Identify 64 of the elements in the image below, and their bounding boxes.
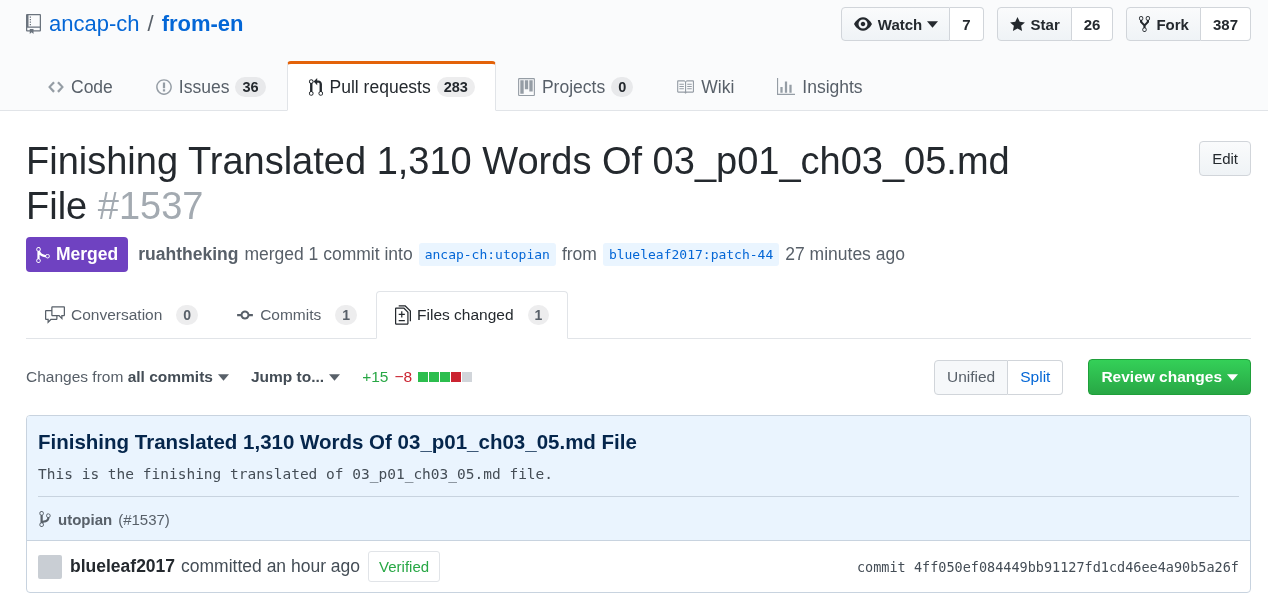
deletions-count: −8 <box>394 368 413 386</box>
fork-icon <box>1138 15 1152 33</box>
star-icon <box>1008 15 1026 33</box>
merge-time: 27 minutes ago <box>785 244 905 265</box>
repo-icon <box>26 14 41 34</box>
watch-count[interactable]: 7 <box>950 7 984 41</box>
head-branch[interactable]: blueleaf2017:patch-44 <box>602 243 780 266</box>
caret-icon <box>1227 373 1238 381</box>
merge-icon <box>36 245 50 264</box>
commit-time: committed an hour ago <box>181 556 361 577</box>
caret-icon <box>927 20 939 28</box>
changes-from-dropdown[interactable]: Changes from all commits <box>26 368 229 386</box>
caret-icon <box>217 373 229 381</box>
diff-view-button[interactable]: Split <box>1008 359 1064 395</box>
pr-tab[interactable]: Files changed 1 <box>376 291 569 339</box>
branch-icon <box>38 510 52 528</box>
diff-view-button[interactable]: Unified <box>934 359 1009 395</box>
commit-sha: commit 4ff050ef084449bb91127fd1cd46ee4a90b5a26f <box>857 558 1239 575</box>
bar-graph-icon <box>776 78 797 96</box>
tab-counter: 283 <box>436 77 475 97</box>
tab-counter: 0 <box>611 77 634 97</box>
star-button[interactable]: Star <box>996 7 1072 41</box>
repo-tab[interactable]: Projects 0 <box>495 61 655 111</box>
eye-icon <box>852 15 873 33</box>
additions-count: +15 <box>362 368 389 386</box>
tab-counter: 1 <box>527 305 550 325</box>
file-diff-icon <box>395 305 412 325</box>
caret-icon <box>329 373 341 381</box>
edit-button[interactable]: Edit <box>1199 141 1251 176</box>
repo-name-link[interactable]: from-en <box>161 11 244 37</box>
branch-name[interactable]: utopian <box>58 510 113 528</box>
from-text: from <box>561 244 597 265</box>
repo-tab[interactable]: Code <box>26 61 134 111</box>
fork-button[interactable]: Fork <box>1126 7 1201 41</box>
fork-count[interactable]: 387 <box>1200 7 1251 41</box>
repo-tab[interactable]: Pull requests 283 <box>286 61 496 111</box>
issue-icon <box>154 78 173 96</box>
repo-tab[interactable]: Wiki <box>654 61 756 111</box>
book-icon <box>675 78 696 96</box>
tab-counter: 0 <box>176 305 199 325</box>
tab-counter: 1 <box>335 305 358 325</box>
path-separator: / <box>147 11 154 37</box>
jump-to-dropdown[interactable]: Jump to... <box>250 368 341 386</box>
avatar-placeholder <box>38 554 62 579</box>
project-board-icon <box>516 78 536 96</box>
repo-owner-link[interactable]: ancap-ch <box>49 11 140 37</box>
tab-counter: 36 <box>235 77 266 97</box>
pr-tab[interactable]: Conversation 0 <box>26 291 218 339</box>
merge-summary: merged 1 commit into <box>244 244 413 265</box>
commit-title: Finishing Translated 1,310 Words Of 03_p01_ch03_05.md File <box>38 430 638 454</box>
commit-description: This is the finishing translated of 03_p01_ch03_05.md file. <box>38 466 555 482</box>
pr-reference[interactable]: (#1537) <box>118 510 170 528</box>
base-branch[interactable]: ancap-ch:utopian <box>418 243 556 266</box>
repo-tab[interactable]: Insights <box>755 61 884 111</box>
repo-tab[interactable]: Issues 36 <box>133 61 287 111</box>
pr-tab[interactable]: Commits 1 <box>217 291 377 339</box>
pull-request-icon <box>307 77 324 97</box>
author-link[interactable]: ruahtheking <box>138 244 239 265</box>
star-count[interactable]: 26 <box>1071 7 1114 41</box>
comments-icon <box>45 305 65 325</box>
watch-button[interactable]: Watch <box>840 7 951 41</box>
merged-status-badge: Merged <box>26 237 129 272</box>
pr-title: Finishing Translated 1,310 Words Of 03_p01_ch03_05.md File #1537 <box>26 139 1011 229</box>
commit-author-link[interactable]: blueleaf2017 <box>70 556 176 577</box>
